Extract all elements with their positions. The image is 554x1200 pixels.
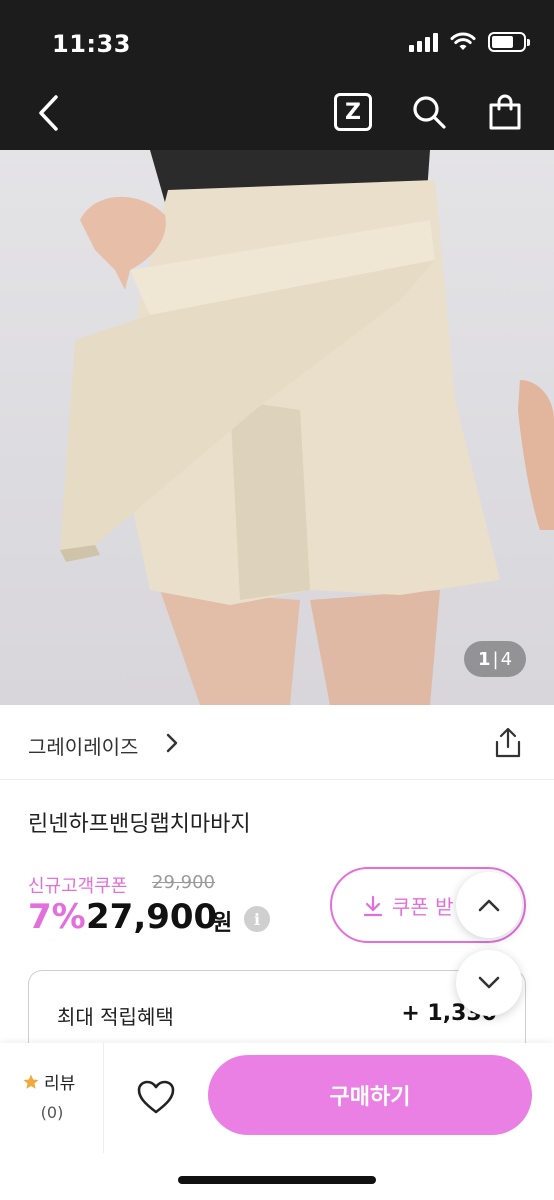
original-price: 29,900 — [152, 872, 215, 893]
buy-button[interactable]: 구매하기 — [208, 1055, 532, 1135]
scroll-top-button[interactable] — [456, 872, 522, 938]
search-button[interactable] — [410, 92, 448, 132]
discount-rate: 7% — [28, 897, 86, 937]
z-icon[interactable]: Z — [334, 93, 372, 131]
coupon-label: 신규고객쿠폰 — [28, 876, 128, 897]
product-title: 린넨하프밴딩랩치마바지 — [28, 812, 251, 837]
final-price: 27,900 — [86, 897, 218, 937]
back-button[interactable] — [28, 90, 68, 136]
product-photo — [60, 150, 554, 705]
status-icons — [409, 32, 530, 52]
coupon-button-label: 쿠폰 받 — [392, 895, 454, 919]
cellular-signal-icon — [409, 32, 438, 52]
chevron-down-icon — [478, 976, 500, 989]
top-bar: 11:33 Z — [0, 0, 554, 150]
pager-total: 4 — [500, 648, 513, 670]
wishlist-button[interactable] — [132, 1073, 180, 1121]
review-count: (0) — [40, 1103, 64, 1122]
chevron-right-icon[interactable] — [166, 733, 178, 753]
nav-actions: Z — [334, 92, 524, 132]
bottom-purchase-bar: 리뷰 (0) 구매하기 — [0, 1043, 554, 1200]
share-icon[interactable] — [494, 727, 522, 759]
image-pager: 1 | 4 — [464, 641, 526, 677]
review-line: 리뷰 — [22, 1069, 75, 1094]
review-label: 리뷰 — [44, 1074, 76, 1094]
brand-name[interactable]: 그레이레이즈 — [28, 731, 138, 760]
chevron-up-icon — [478, 899, 500, 912]
status-time: 11:33 — [52, 30, 131, 58]
heart-icon — [137, 1080, 175, 1114]
search-icon — [413, 96, 446, 129]
reward-label: 최대 적립혜택 — [57, 1005, 174, 1029]
wifi-icon — [450, 32, 476, 50]
scroll-bottom-button[interactable] — [456, 950, 522, 1016]
cart-button[interactable] — [486, 92, 524, 132]
product-image[interactable]: 1 | 4 — [0, 150, 554, 705]
coupon-button-content: 쿠폰 받 — [362, 891, 454, 920]
currency-unit: 원 — [212, 911, 233, 936]
brand-row: 그레이레이즈 — [0, 705, 554, 780]
info-icon[interactable]: i — [244, 906, 270, 932]
pager-current: 1 — [477, 648, 491, 670]
star-icon — [23, 1074, 39, 1089]
review-summary[interactable]: 리뷰 (0) — [0, 1043, 104, 1153]
pager-separator: | — [492, 648, 499, 670]
shopping-bag-icon — [489, 94, 521, 130]
chevron-left-icon — [39, 95, 58, 131]
battery-icon — [488, 32, 530, 52]
download-icon — [363, 895, 383, 916]
home-indicator — [178, 1176, 376, 1184]
